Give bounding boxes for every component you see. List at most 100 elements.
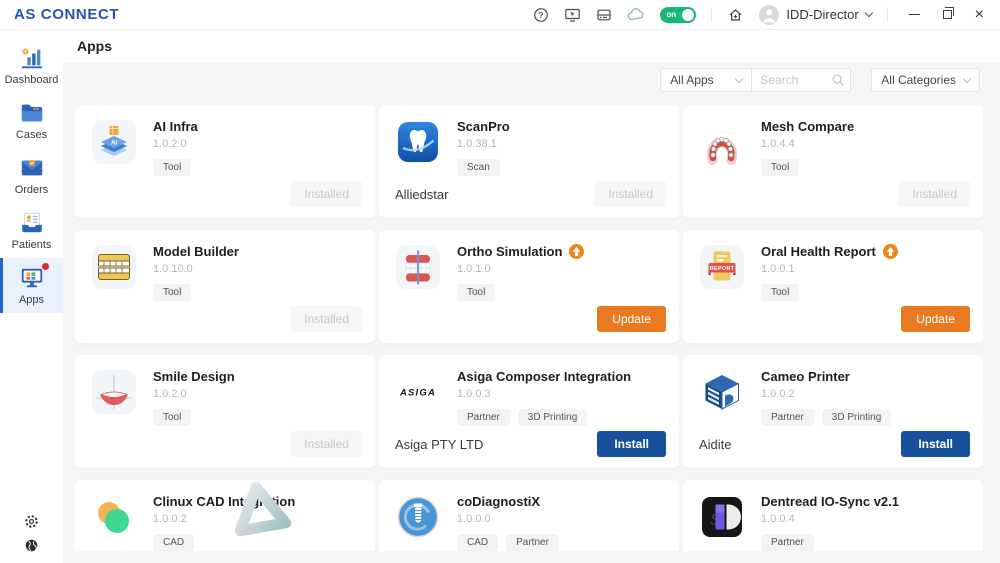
app-tags: Tool [761, 284, 898, 301]
installed-button[interactable]: Installed [291, 181, 362, 207]
category-value: All Categories [881, 73, 956, 87]
codiagnostix-icon [395, 494, 441, 540]
app-tags: Tool [153, 159, 198, 176]
app-tag: Tool [153, 159, 191, 176]
dentread-icon: S [699, 494, 745, 540]
installed-button[interactable]: Installed [595, 181, 666, 207]
card-header: ScanPro 1.0.38.1 Scan [379, 105, 679, 176]
sidebar-item-label: Orders [15, 184, 49, 196]
app-info: Ortho Simulation 1.0.1.0 Tool [457, 244, 584, 301]
sidebar-item-cases[interactable]: Cases [0, 93, 63, 148]
apps-grid[interactable]: AI AI Infra 1.0.2.0 Tool Installed ScanP… [75, 105, 983, 551]
close-button[interactable]: × [975, 7, 984, 23]
card-footer: Aidite Install [699, 431, 970, 457]
app-info: Smile Design 1.0.2.0 Tool [153, 369, 235, 426]
app-info: Oral Health Report 1.0.0.1 Tool [761, 244, 898, 301]
card-header: Cameo Printer 1.0.0.2 Partner3D Printing [683, 355, 983, 426]
card-footer: Installed [91, 181, 362, 207]
sidebar-item-orders[interactable]: Orders [0, 148, 63, 203]
app-name: Clinux CAD Integration [153, 494, 295, 509]
update-button[interactable]: Update [901, 306, 970, 332]
app-card[interactable]: Mesh Compare 1.0.4.4 Tool Installed [683, 105, 983, 218]
app-version: 1.0.2.0 [153, 388, 235, 400]
app-window: AS CONNECT ? on IDD-Director × [0, 0, 1000, 563]
app-name: AI Infra [153, 119, 198, 134]
patients-icon [19, 210, 45, 236]
apps-icon [19, 265, 45, 291]
cloud-sync-icon[interactable] [627, 7, 645, 23]
svg-text:ASIGA: ASIGA [399, 388, 436, 399]
app-logo: AS CONNECT [14, 6, 119, 23]
app-name: Oral Health Report [761, 244, 876, 259]
app-tags: Tool [457, 284, 584, 301]
category-select[interactable]: All Categories [871, 68, 980, 92]
app-version: 1.0.10.0 [153, 263, 239, 275]
app-tag: CAD [153, 534, 194, 551]
card-header: coDiagnostiX 1.0.0.0 CADPartner [379, 480, 679, 551]
app-card[interactable]: Cameo Printer 1.0.0.2 Partner3D Printing… [683, 355, 983, 468]
app-tag: Partner [761, 409, 814, 426]
dashboard-icon [19, 45, 45, 71]
app-tags: Partner3D Printing [761, 409, 891, 426]
app-card[interactable]: ScanPro 1.0.38.1 Scan Alliedstar Install… [379, 105, 679, 218]
sidebar-item-apps[interactable]: Apps [0, 258, 63, 313]
app-tag: Partner [457, 409, 510, 426]
sidebar-item-patients[interactable]: Patients [0, 203, 63, 258]
app-card-row: Smile Design 1.0.2.0 Tool Installed ASIG… [75, 355, 983, 468]
cloud-sync-toggle[interactable]: on [660, 7, 696, 23]
app-tag: Tool [761, 159, 799, 176]
page-title: Apps [77, 38, 112, 54]
install-button[interactable]: Install [901, 431, 970, 457]
user-menu[interactable]: IDD-Director [759, 5, 871, 25]
app-card[interactable]: REPORT Oral Health Report 1.0.0.1 Tool U… [683, 230, 983, 343]
sidebar-item-label: Dashboard [5, 74, 59, 86]
installed-button[interactable]: Installed [899, 181, 970, 207]
app-name: Ortho Simulation [457, 244, 562, 259]
app-version: 1.0.0.0 [457, 513, 559, 525]
app-tags: Tool [761, 159, 854, 176]
installed-button[interactable]: Installed [291, 431, 362, 457]
cases-icon [19, 100, 45, 126]
app-card[interactable]: AI AI Infra 1.0.2.0 Tool Installed [75, 105, 375, 218]
app-card[interactable]: Clinux CAD Integration 1.0.0.2 CAD [75, 480, 375, 551]
update-button[interactable]: Update [597, 306, 666, 332]
sidebar-item-dashboard[interactable]: Dashboard [0, 38, 63, 93]
app-card[interactable]: Model Builder 1.0.10.0 Tool Installed [75, 230, 375, 343]
installed-button[interactable]: Installed [291, 306, 362, 332]
card-footer: Installed [91, 306, 362, 332]
chevron-down-icon [864, 9, 872, 17]
app-scope-select[interactable]: All Apps [660, 68, 752, 92]
app-card[interactable]: S Dentread IO-Sync v2.1 1.0.0.4 Partner [683, 480, 983, 551]
minimize-button[interactable] [909, 14, 920, 16]
app-info: Model Builder 1.0.10.0 Tool [153, 244, 239, 301]
card-footer: Installed [91, 431, 362, 457]
settings-icon[interactable] [24, 514, 39, 529]
app-info: Asiga Composer Integration 1.0.0.3 Partn… [457, 369, 631, 426]
card-header: S Dentread IO-Sync v2.1 1.0.0.4 Partner [683, 480, 983, 551]
card-header: REPORT Oral Health Report 1.0.0.1 Tool [683, 230, 983, 301]
divider [887, 7, 888, 22]
app-card[interactable]: coDiagnostiX 1.0.0.0 CADPartner [379, 480, 679, 551]
svg-text:AI: AI [111, 141, 117, 147]
install-button[interactable]: Install [597, 431, 666, 457]
app-card[interactable]: Ortho Simulation 1.0.1.0 Tool Update [379, 230, 679, 343]
app-tags: CADPartner [457, 534, 559, 551]
card-header: AI AI Infra 1.0.2.0 Tool [75, 105, 375, 176]
app-vendor: Alliedstar [395, 187, 448, 202]
home-icon[interactable] [727, 7, 744, 23]
sidebar-item-label: Apps [19, 294, 44, 306]
app-card-row: AI AI Infra 1.0.2.0 Tool Installed ScanP… [75, 105, 983, 218]
filter-bar: All Apps All Categories [660, 68, 980, 92]
app-name: Dentread IO-Sync v2.1 [761, 494, 899, 509]
screen-share-icon[interactable] [564, 7, 581, 23]
storage-icon[interactable] [596, 7, 612, 23]
app-version: 1.0.4.4 [761, 138, 854, 150]
card-header: Model Builder 1.0.10.0 Tool [75, 230, 375, 301]
restore-button[interactable] [943, 10, 952, 19]
app-card[interactable]: Smile Design 1.0.2.0 Tool Installed [75, 355, 375, 468]
app-card[interactable]: ASIGA Asiga Composer Integration 1.0.0.3… [379, 355, 679, 468]
language-icon[interactable] [24, 538, 39, 553]
app-name: ScanPro [457, 119, 510, 134]
app-name: Asiga Composer Integration [457, 369, 631, 384]
help-icon[interactable]: ? [533, 7, 549, 23]
